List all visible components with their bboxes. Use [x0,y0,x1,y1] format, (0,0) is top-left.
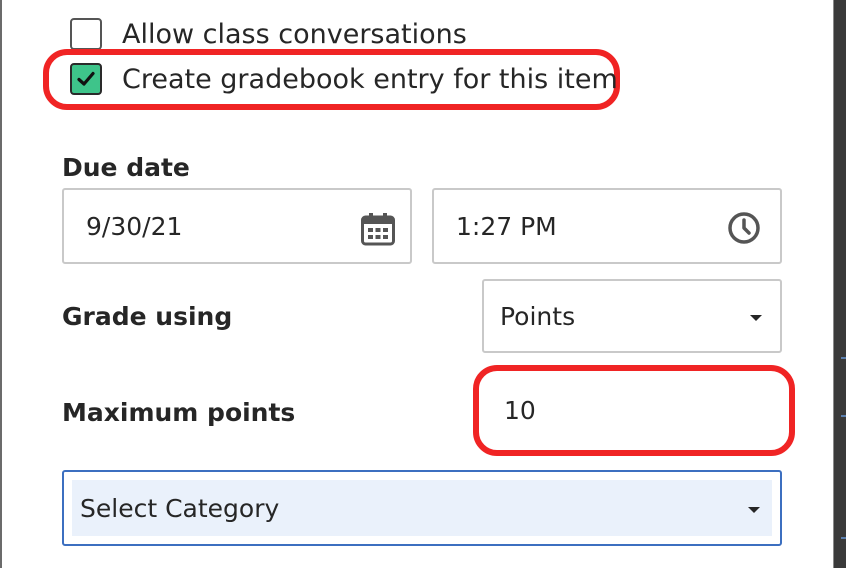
due-date-value: 9/30/21 [86,211,183,241]
allow-conversations-row[interactable]: Allow class conversations [70,18,467,50]
category-value: Select Category [80,493,280,523]
gradebook-entry-checkbox[interactable] [70,63,102,95]
background-mark [841,357,846,359]
annotation-highlight-max-points [473,365,795,456]
checkmark-icon [77,71,95,86]
due-time-input[interactable]: 1:27 PM [432,188,782,264]
allow-conversations-label: Allow class conversations [122,18,467,50]
chevron-down-icon [748,507,760,513]
panel-left-border [0,0,2,568]
background-panel [834,0,846,568]
gradebook-entry-label: Create gradebook entry for this item [122,63,618,95]
category-select[interactable]: Select Category [62,470,782,546]
grade-using-label: Grade using [62,302,233,331]
background-mark [841,415,846,417]
calendar-icon[interactable] [361,212,395,246]
due-date-input[interactable]: 9/30/21 [62,188,412,264]
grade-using-value: Points [500,301,576,331]
background-mark [841,537,846,539]
clock-icon[interactable] [727,211,761,245]
due-date-label: Due date [62,153,190,182]
gradebook-entry-row[interactable]: Create gradebook entry for this item [70,63,618,95]
allow-conversations-checkbox[interactable] [70,18,102,50]
due-time-value: 1:27 PM [456,211,557,241]
chevron-down-icon [750,315,762,321]
category-select-inner: Select Category [72,480,772,536]
grade-using-select[interactable]: Points [482,279,782,353]
maximum-points-label: Maximum points [62,398,296,427]
